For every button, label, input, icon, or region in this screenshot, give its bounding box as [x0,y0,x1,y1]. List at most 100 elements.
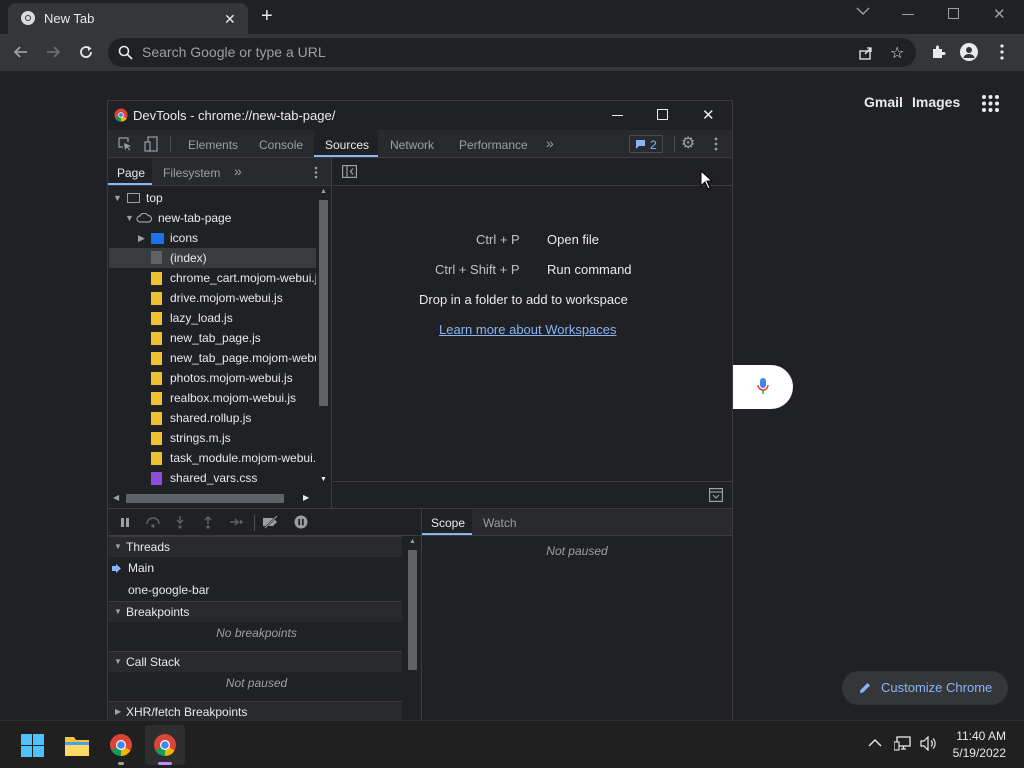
chrome-taskbar-active[interactable] [145,725,185,765]
tree-node-origin[interactable]: ▼ new-tab-page [109,208,316,228]
tree-file[interactable]: chrome_cart.mojom-webui.j [109,268,316,288]
back-icon[interactable] [12,43,30,61]
close-icon[interactable]: ✕ [702,106,715,124]
xhr-breakpoints-section-header[interactable]: ▶ XHR/fetch Breakpoints [109,701,402,721]
more-nav-tabs-icon[interactable]: » [234,163,242,179]
tab-search-icon[interactable] [856,6,870,16]
pause-icon[interactable] [120,517,130,528]
volume-icon[interactable] [920,736,937,751]
tree-file[interactable]: realbox.mojom-webui.js [109,388,316,408]
omnibox[interactable]: Search Google or type a URL ☆ [108,38,916,67]
thread-one-google-bar[interactable]: one-google-bar [108,579,405,601]
scroll-thumb[interactable] [408,550,417,670]
tree-file-label: (index) [170,251,207,265]
tab-network[interactable]: Network [390,138,434,152]
clock-time[interactable]: 11:40 AM [956,729,1006,743]
call-stack-section-header[interactable]: ▼ Call Stack [109,651,402,672]
close-window-icon[interactable]: ✕ [993,5,1006,23]
new-tab-icon[interactable]: + [261,5,273,28]
tab-watch[interactable]: Watch [483,516,517,530]
apps-grid-icon[interactable] [982,95,999,112]
pencil-icon [858,681,872,695]
chrome-taskbar-icon[interactable] [109,733,133,757]
tree-horizontal-scrollbar[interactable]: ◀ ▶ [108,491,316,506]
tab-sources-active[interactable]: Sources [314,130,378,157]
step-out-icon[interactable] [203,515,213,529]
horizontal-scroll-thumb[interactable] [126,494,284,503]
tree-file[interactable]: strings.m.js [109,428,316,448]
clock-date[interactable]: 5/19/2022 [946,746,1006,760]
step-into-icon[interactable] [175,515,185,529]
pause-on-exceptions-icon[interactable] [294,515,308,529]
scroll-up-arrow-icon[interactable]: ▲ [320,188,327,195]
deactivate-breakpoints-icon[interactable] [262,515,280,529]
profile-avatar[interactable] [960,43,978,61]
step-icon[interactable] [229,517,243,527]
navigator-menu-icon[interactable] [314,166,318,179]
step-over-icon[interactable] [145,516,161,528]
show-hidden-icons-chevron[interactable] [868,738,882,747]
tab-elements[interactable]: Elements [188,138,238,152]
tab-new-tab[interactable]: New Tab ✕ [8,3,248,34]
thread-main[interactable]: Main [108,557,405,579]
tree-node-top[interactable]: ▼ top [109,188,316,208]
threads-section-header[interactable]: ▼ Threads [109,536,402,557]
running-indicator [118,762,124,765]
windows-start-icon[interactable] [21,734,44,757]
scroll-thumb[interactable] [319,200,328,406]
tree-vertical-scrollbar[interactable]: ▲ ▼ [316,186,331,491]
devtools-titlebar[interactable]: DevTools - chrome://new-tab-page/ ✕ [108,101,732,130]
toolbar-divider [674,136,675,152]
close-tab-icon[interactable]: ✕ [224,11,236,28]
debugger-scrollbar[interactable]: ▲ [405,536,420,721]
reload-icon[interactable] [77,43,95,61]
more-tabs-icon[interactable]: » [546,135,554,151]
file-explorer-icon[interactable] [65,734,89,756]
tree-node-folder-icons[interactable]: ▶ icons [109,228,316,248]
images-link[interactable]: Images [912,94,960,110]
issues-badge[interactable]: 2 [629,135,663,153]
network-icon[interactable] [894,736,912,751]
device-toolbar-icon[interactable] [144,136,158,152]
gmail-link[interactable]: Gmail [864,94,903,110]
nav-tab-filesystem[interactable]: Filesystem [163,166,220,180]
bookmark-star-icon[interactable]: ☆ [890,43,904,63]
settings-gear-icon[interactable]: ⚙ [681,136,695,152]
breakpoints-section-header[interactable]: ▼ Breakpoints [109,601,402,622]
tree-file[interactable]: photos.mojom-webui.js [109,368,316,388]
scroll-up-arrow-icon[interactable]: ▲ [409,538,416,545]
tree-file-label: new_tab_page.js [170,331,261,345]
tree-file[interactable]: drive.mojom-webui.js [109,288,316,308]
forward-icon[interactable] [44,43,62,61]
tree-file[interactable]: shared_vars.css [109,468,316,488]
tree-file[interactable]: new_tab_page.js [109,328,316,348]
scroll-right-arrow-icon[interactable]: ▶ [303,493,309,502]
maximize-icon[interactable] [657,109,668,120]
toggle-navigator-icon[interactable] [342,165,357,178]
restore-window-icon[interactable] [948,8,959,19]
minimize-window-icon[interactable] [902,14,914,15]
tree-file[interactable]: shared.rollup.js [109,408,316,428]
voice-search-icon[interactable] [757,377,769,395]
tree-label-top: top [146,191,163,205]
extensions-icon[interactable] [930,44,946,60]
tab-scope-active[interactable]: Scope [422,509,472,535]
minimize-icon[interactable] [612,115,623,116]
learn-more-workspaces-link[interactable]: Learn more about Workspaces [439,322,617,337]
customize-chrome-button[interactable]: Customize Chrome [842,671,1008,705]
scroll-down-arrow-icon[interactable]: ▼ [320,476,327,483]
nav-tab-page-active[interactable]: Page [108,158,152,185]
inspect-element-icon[interactable] [118,137,132,151]
tab-performance[interactable]: Performance [459,138,528,152]
kebab-menu-icon[interactable] [714,137,718,151]
tree-file[interactable]: task_module.mojom-webui. [109,448,316,468]
tab-console[interactable]: Console [259,138,303,152]
scope-watch-tabs: Scope Watch [422,509,732,536]
chrome-menu-icon[interactable] [1000,44,1004,60]
toggle-debugger-sidebar-icon[interactable] [709,488,723,502]
tree-file[interactable]: lazy_load.js [109,308,316,328]
tree-file[interactable]: new_tab_page.mojom-webu [109,348,316,368]
scroll-left-arrow-icon[interactable]: ◀ [113,493,119,502]
share-icon[interactable] [858,45,874,61]
tree-file-index[interactable]: (index) [109,248,316,268]
